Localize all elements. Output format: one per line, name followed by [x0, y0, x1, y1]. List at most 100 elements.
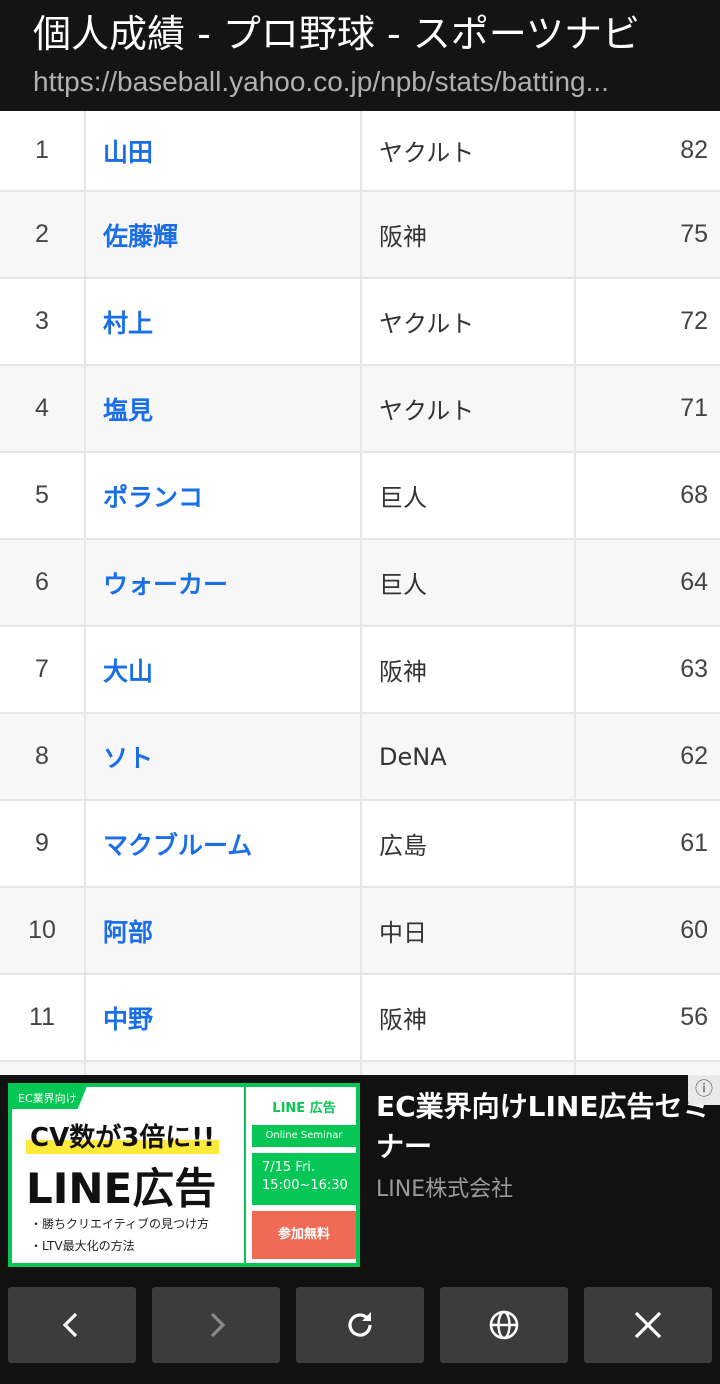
- back-button[interactable]: [8, 1287, 136, 1363]
- team-cell: 阪神: [361, 974, 576, 1062]
- rank-cell: 3: [0, 278, 86, 366]
- table-row: [0, 1061, 720, 1075]
- player-link[interactable]: ソト: [103, 744, 153, 773]
- team-cell: 中日: [361, 887, 576, 975]
- team-cell: ヤクルト: [361, 278, 576, 366]
- player-cell: [85, 1061, 362, 1075]
- player-link[interactable]: 山田: [103, 138, 153, 167]
- browser-header: 個人成績 - プロ野球 - スポーツナビ https://baseball.ya…: [0, 0, 720, 111]
- player-link[interactable]: 阿部: [103, 918, 153, 947]
- rank-cell: 4: [0, 365, 86, 453]
- rank-cell: 8: [0, 713, 86, 801]
- stats-table: 1 山田 ヤクルト 82 2 佐藤輝 阪神 75 3 村上 ヤクルト 72 4 塩見 ヤクルト 71 5 ポランコ…: [0, 111, 720, 1075]
- ad-bullet: ・LTV最大化の方法: [30, 1239, 135, 1253]
- team-cell: DeNA: [361, 713, 576, 801]
- value-cell: 56: [575, 974, 720, 1062]
- player-link[interactable]: ポランコ: [103, 483, 203, 512]
- team-cell: 広島: [361, 800, 576, 888]
- ad-banner[interactable]: EC業界向け CV数が3倍に!! LINE広告 ・勝ちクリエイティブの見つけ方 …: [0, 1075, 720, 1275]
- table-row: 9 マクブルーム 広島 61: [0, 800, 720, 888]
- rank-cell: 7: [0, 626, 86, 714]
- value-cell: 62: [575, 713, 720, 801]
- bottom-navbar: [0, 1275, 720, 1384]
- value-cell: 72: [575, 278, 720, 366]
- globe-button[interactable]: [440, 1287, 568, 1363]
- team-cell: ヤクルト: [361, 365, 576, 453]
- ad-date-box: 7/15 Fri. 15:00~16:30: [252, 1153, 356, 1205]
- player-cell: ポランコ: [85, 452, 362, 540]
- close-button[interactable]: [584, 1287, 712, 1363]
- rank-cell: 1: [0, 111, 86, 192]
- team-cell: 巨人: [361, 539, 576, 627]
- player-cell: 大山: [85, 626, 362, 714]
- team-cell: 阪神: [361, 626, 576, 714]
- player-cell: マクブルーム: [85, 800, 362, 888]
- ad-bullet: ・勝ちクリエイティブの見つけ方: [30, 1217, 210, 1231]
- value-cell: [575, 1061, 720, 1075]
- ad-advertiser: LINE株式会社: [376, 1177, 514, 1202]
- table-row: 11 中野 阪神 56: [0, 974, 720, 1062]
- player-cell: 中野: [85, 974, 362, 1062]
- table-row: 4 塩見 ヤクルト 71: [0, 365, 720, 453]
- info-icon[interactable]: ⓘ: [688, 1075, 720, 1105]
- globe-icon: [489, 1310, 519, 1340]
- rank-cell: 6: [0, 539, 86, 627]
- reload-icon: [348, 1312, 372, 1337]
- player-link[interactable]: 塩見: [103, 396, 153, 425]
- forward-icon: [210, 1312, 226, 1338]
- rank-cell: [0, 1061, 86, 1075]
- player-link[interactable]: ウォーカー: [103, 570, 228, 599]
- table-row: 5 ポランコ 巨人 68: [0, 452, 720, 540]
- ad-brand: LINE 広告: [272, 1101, 336, 1116]
- player-cell: 塩見: [85, 365, 362, 453]
- value-cell: 68: [575, 452, 720, 540]
- team-cell: 巨人: [361, 452, 576, 540]
- value-cell: 61: [575, 800, 720, 888]
- ad-date: 7/15 Fri.: [262, 1160, 315, 1175]
- stats-table-container[interactable]: 1 山田 ヤクルト 82 2 佐藤輝 阪神 75 3 村上 ヤクルト 72 4 塩見 ヤクルト 71 5 ポランコ…: [0, 111, 720, 1075]
- ad-tag: EC業界向け: [12, 1087, 87, 1109]
- table-row: 7 大山 阪神 63: [0, 626, 720, 714]
- rank-cell: 10: [0, 887, 86, 975]
- player-cell: 山田: [85, 111, 362, 192]
- player-cell: ソト: [85, 713, 362, 801]
- team-cell: ヤクルト: [361, 111, 576, 192]
- forward-button[interactable]: [152, 1287, 280, 1363]
- player-link[interactable]: マクブルーム: [103, 831, 252, 860]
- table-row: 2 佐藤輝 阪神 75: [0, 191, 720, 279]
- ad-line-text: LINE広告: [26, 1164, 217, 1213]
- table-row: 6 ウォーカー 巨人 64: [0, 539, 720, 627]
- team-cell: 阪神: [361, 191, 576, 279]
- player-cell: ウォーカー: [85, 539, 362, 627]
- player-link[interactable]: 大山: [103, 657, 153, 686]
- value-cell: 75: [575, 191, 720, 279]
- ad-side-panel: LINE 広告 Online Seminar 7/15 Fri. 15:00~1…: [244, 1087, 360, 1263]
- ad-headline[interactable]: EC業界向けLINE広告セミナー: [376, 1087, 716, 1167]
- value-cell: 71: [575, 365, 720, 453]
- player-cell: 佐藤輝: [85, 191, 362, 279]
- rank-cell: 11: [0, 974, 86, 1062]
- player-link[interactable]: 中野: [103, 1005, 153, 1034]
- player-link[interactable]: 村上: [103, 309, 153, 338]
- reload-button[interactable]: [296, 1287, 424, 1363]
- rank-cell: 2: [0, 191, 86, 279]
- value-cell: 63: [575, 626, 720, 714]
- team-cell: [361, 1061, 576, 1075]
- player-link[interactable]: 佐藤輝: [103, 222, 178, 251]
- page-url[interactable]: https://baseball.yahoo.co.jp/npb/stats/b…: [33, 60, 673, 104]
- ad-time: 15:00~16:30: [262, 1178, 348, 1193]
- page-title: 個人成績 - プロ野球 - スポーツナビ: [33, 12, 640, 56]
- table-row: 8 ソト DeNA 62: [0, 713, 720, 801]
- value-cell: 82: [575, 111, 720, 192]
- close-icon: [634, 1311, 662, 1339]
- rank-cell: 9: [0, 800, 86, 888]
- ad-seminar-label: Online Seminar: [252, 1125, 356, 1147]
- table-row: 1 山田 ヤクルト 82: [0, 111, 720, 192]
- value-cell: 64: [575, 539, 720, 627]
- player-cell: 阿部: [85, 887, 362, 975]
- rank-cell: 5: [0, 452, 86, 540]
- ad-creative[interactable]: EC業界向け CV数が3倍に!! LINE広告 ・勝ちクリエイティブの見つけ方 …: [8, 1083, 360, 1267]
- ad-join-button[interactable]: 参加無料: [252, 1211, 356, 1259]
- value-cell: 60: [575, 887, 720, 975]
- table-row: 10 阿部 中日 60: [0, 887, 720, 975]
